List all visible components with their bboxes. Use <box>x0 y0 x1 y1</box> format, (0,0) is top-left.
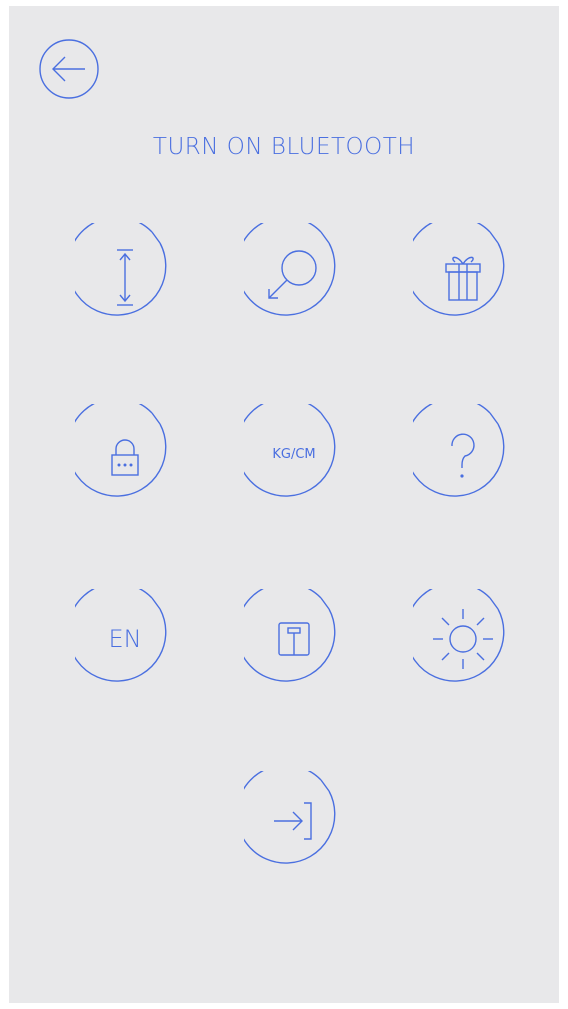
sun-icon <box>413 589 505 682</box>
units-label: KG/CM <box>272 446 316 462</box>
scale-button[interactable] <box>244 589 344 689</box>
height-arrows-icon <box>75 223 167 316</box>
lock-button[interactable] <box>75 404 175 504</box>
page-title: TURN ON BLUETOOTH <box>152 134 416 160</box>
back-button[interactable] <box>39 39 99 99</box>
help-button[interactable] <box>413 404 513 504</box>
language-label: EN <box>108 625 142 653</box>
arrow-left-icon <box>39 39 99 99</box>
circle-arrow-icon <box>244 223 336 316</box>
exit-icon <box>244 771 336 864</box>
rotate-button[interactable] <box>244 223 344 323</box>
question-icon <box>413 404 505 497</box>
height-button[interactable] <box>75 223 175 323</box>
scale-icon <box>244 589 336 682</box>
brightness-button[interactable] <box>413 589 513 689</box>
exit-button[interactable] <box>244 771 344 871</box>
language-button[interactable]: EN <box>75 589 175 689</box>
units-button[interactable]: KG/CM <box>244 404 344 504</box>
gift-icon <box>413 223 505 316</box>
settings-screen: TURN ON BLUETOOTH KG/CM EN <box>9 6 559 1003</box>
gift-button[interactable] <box>413 223 513 323</box>
lock-icon <box>75 404 167 497</box>
